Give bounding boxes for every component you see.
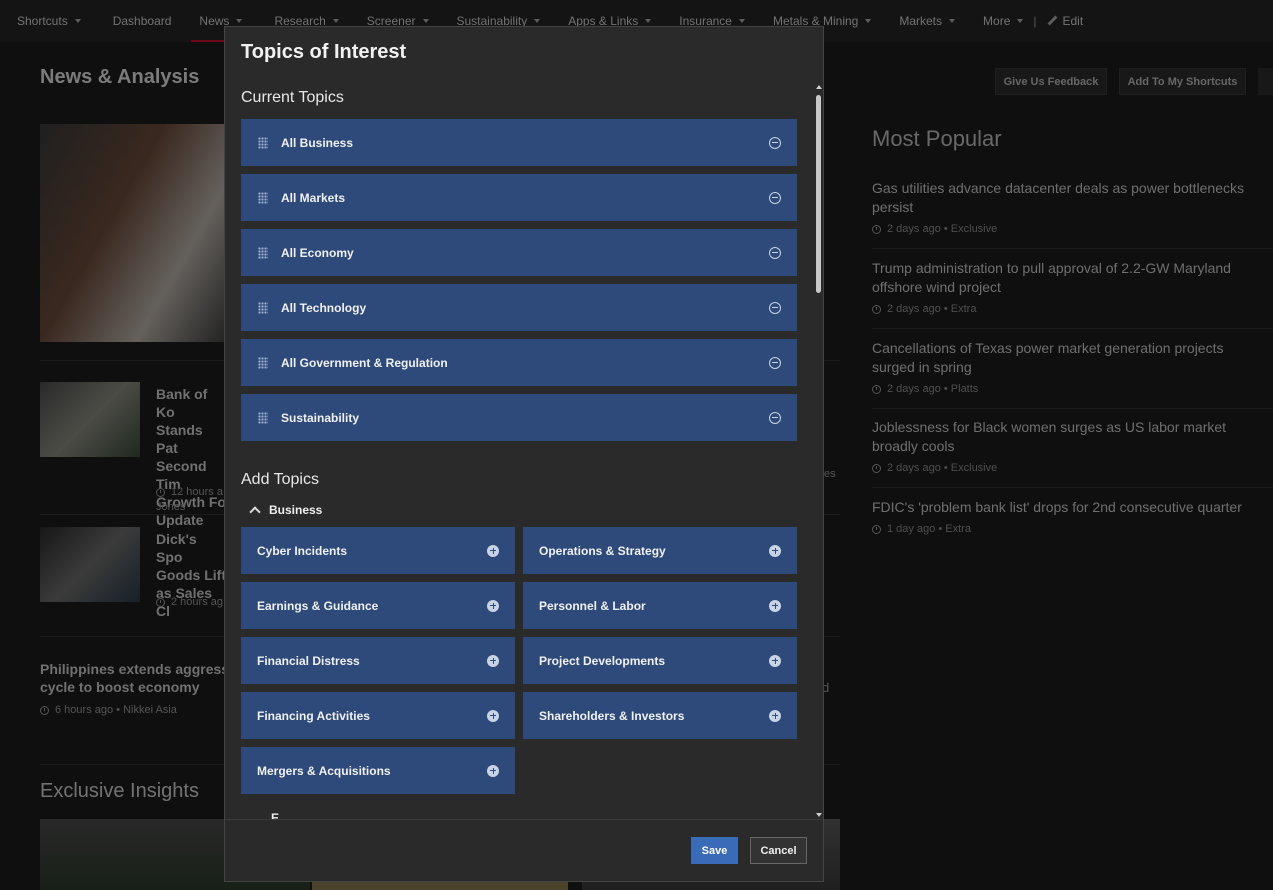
drag-handle-icon[interactable] (258, 301, 268, 314)
current-topic-row[interactable]: All Government & Regulation (241, 339, 797, 386)
add-icon[interactable] (487, 764, 499, 777)
add-icon[interactable] (769, 544, 781, 557)
add-icon[interactable] (769, 709, 781, 722)
scroll-down-icon[interactable] (816, 813, 822, 817)
current-topic-row[interactable]: All Markets (241, 174, 797, 221)
remove-icon[interactable] (769, 191, 781, 204)
business-group-toggle[interactable]: Business (249, 503, 322, 518)
current-topic-row[interactable]: All Business (241, 119, 797, 166)
next-group-toggle[interactable]: E (271, 811, 279, 819)
current-topics-title: Current Topics (241, 89, 344, 106)
add-topic-tile[interactable]: Earnings & Guidance (241, 582, 515, 629)
modal-title: Topics of Interest (241, 41, 407, 63)
current-topic-row[interactable]: Sustainability (241, 394, 797, 441)
add-icon[interactable] (487, 599, 499, 612)
current-topic-row[interactable]: All Technology (241, 284, 797, 331)
add-topic-tile[interactable]: Cyber Incidents (241, 527, 515, 574)
chevron-up-icon (249, 506, 261, 518)
remove-icon[interactable] (769, 301, 781, 314)
remove-icon[interactable] (769, 356, 781, 369)
add-topic-tile[interactable]: Operations & Strategy (523, 527, 797, 574)
modal-scroll-area[interactable]: Current Topics All Business All Markets … (225, 83, 823, 819)
drag-handle-icon[interactable] (258, 191, 268, 204)
cancel-button[interactable]: Cancel (750, 837, 807, 864)
add-icon[interactable] (769, 654, 781, 667)
topics-modal: Topics of Interest Current Topics All Bu… (224, 26, 824, 882)
drag-handle-icon[interactable] (258, 356, 268, 369)
add-topic-tile[interactable]: Shareholders & Investors (523, 692, 797, 739)
save-button[interactable]: Save (691, 837, 738, 864)
scroll-thumb[interactable] (816, 95, 821, 293)
add-topics-title: Add Topics (241, 471, 319, 488)
add-topic-tile[interactable]: Financing Activities (241, 692, 515, 739)
drag-handle-icon[interactable] (258, 246, 268, 259)
add-icon[interactable] (769, 599, 781, 612)
add-topic-tile[interactable]: Project Developments (523, 637, 797, 684)
remove-icon[interactable] (769, 136, 781, 149)
scroll-up-icon[interactable] (816, 85, 822, 89)
modal-footer: Save Cancel (225, 819, 823, 881)
add-topic-tile[interactable]: Mergers & Acquisitions (241, 747, 515, 794)
add-icon[interactable] (487, 544, 499, 557)
remove-icon[interactable] (769, 411, 781, 424)
drag-handle-icon[interactable] (258, 411, 268, 424)
current-topic-row[interactable]: All Economy (241, 229, 797, 276)
add-icon[interactable] (487, 654, 499, 667)
remove-icon[interactable] (769, 246, 781, 259)
modal-scrollbar[interactable] (815, 83, 823, 819)
add-topic-tile[interactable]: Personnel & Labor (523, 582, 797, 629)
add-icon[interactable] (487, 709, 499, 722)
drag-handle-icon[interactable] (258, 136, 268, 149)
add-topic-tile[interactable]: Financial Distress (241, 637, 515, 684)
